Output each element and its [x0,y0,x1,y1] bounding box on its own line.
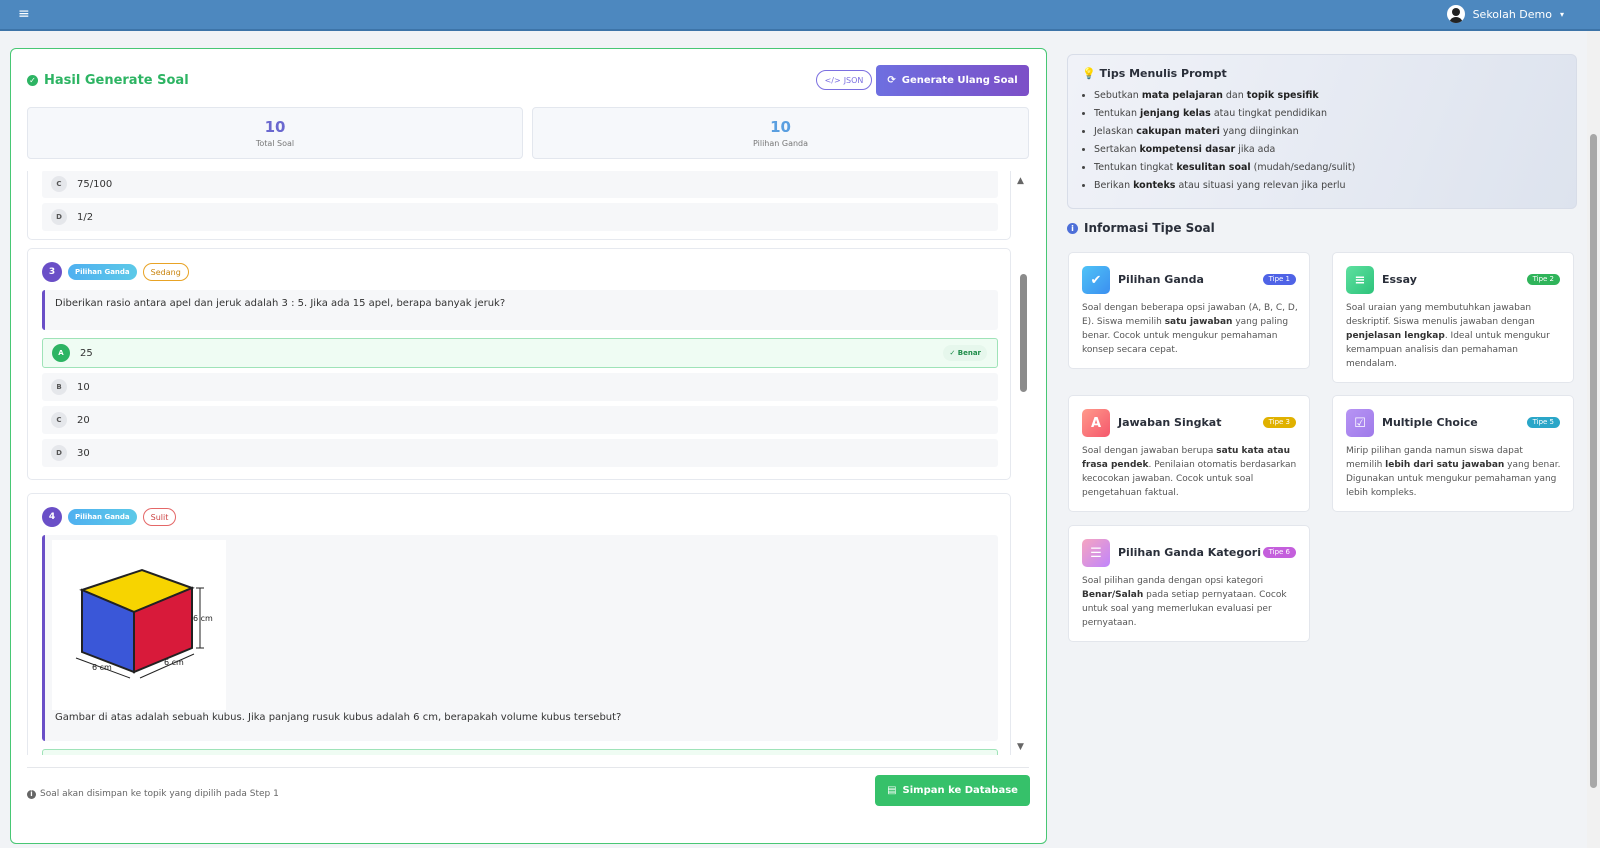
question-text: Gambar di atas adalah sebuah kubus. Jika… [55,712,622,723]
type-name: Essay [1382,273,1417,286]
tip-item: Sebutkan mata pelajaran dan topik spesif… [1094,87,1355,105]
type-name: Pilihan Ganda [1118,273,1204,286]
result-title: ✓ Hasil Generate Soal [27,73,189,88]
cube-right-label: 6 cm [193,614,213,623]
cube-front-label: 6 cm [92,663,112,672]
option-d[interactable]: D 30 [42,439,998,467]
type-tag: Tipe 6 [1262,547,1296,558]
correct-badge: ✓ Benar [943,345,987,361]
info-icon: i [1067,222,1078,234]
type-description: Soal dengan beberapa opsi jawaban (A, B,… [1082,303,1298,355]
option-a-correct[interactable]: A 25 ✓ Benar [42,338,998,368]
tip-item: Sertakan kompetensi dasar jika ada [1094,141,1355,159]
info-title: i Informasi Tipe Soal [1067,221,1215,235]
option-c[interactable]: C 75/100 [42,171,998,198]
code-icon: </> [824,75,841,85]
stat-pilihan-ganda: 10 Pilihan Ganda [532,107,1029,159]
tips-list: Sebutkan mata pelajaran dan topik spesif… [1094,87,1355,195]
json-button[interactable]: </> JSON [816,70,872,90]
page-scrollbar-thumb[interactable] [1590,134,1597,788]
scroll-up-icon[interactable]: ▲ [1017,176,1024,186]
question-header: 4 Pilihan Ganda Sulit [42,507,177,527]
tip-item: Jelaskan cakupan materi yang diinginkan [1094,123,1355,141]
type-icon: ☰ [1082,539,1110,567]
user-menu[interactable]: Sekolah Demo ▾ [1446,5,1564,23]
stat-total-soal: 10 Total Soal [27,107,523,159]
option-d[interactable]: D 1/2 [42,203,998,231]
questions-scrollbar-thumb[interactable] [1020,274,1027,392]
hamburger-icon[interactable]: ≡ [18,6,30,22]
type-tag: Tipe 5 [1526,417,1560,428]
type-card-multiple-choice: ☑ Multiple Choice Tipe 5 Mirip pilihan gand… [1332,395,1574,512]
top-navbar: ≡ Sekolah Demo ▾ [0,0,1600,31]
type-icon: ☑ [1346,409,1374,437]
type-tag: Tipe 1 [1262,274,1296,285]
type-icon: A [1082,409,1110,437]
question-card-2: C 75/100 D 1/2 [27,171,1011,240]
check-circle-icon: ✓ [27,75,38,86]
type-name: Pilihan Ganda Kategori [1118,546,1261,559]
type-description: Soal uraian yang membutuhkan jawaban des… [1346,303,1550,369]
cube-bottom-label: 6 cm [164,658,184,667]
result-panel: ✓ Hasil Generate Soal </> JSON ⟳ Generat… [10,48,1047,844]
generate-ulang-button[interactable]: ⟳ Generate Ulang Soal [876,65,1029,96]
lightbulb-icon: 💡 [1082,67,1096,80]
database-icon: ▤ [887,785,897,796]
tip-item: Tentukan jenjang kelas atau tingkat pend… [1094,105,1355,123]
type-card-jawaban-singkat: A Jawaban Singkat Tipe 3 Soal dengan jawaba… [1068,395,1310,512]
type-name: Jawaban Singkat [1118,416,1222,429]
option-a-correct[interactable] [42,749,998,755]
type-card-pilihan-ganda: ✔ Pilihan Ganda Tipe 1 Soal dengan beberapa… [1068,252,1310,369]
type-tag: Tipe 3 [1262,417,1296,428]
question-card-4: 4 Pilihan Ganda Sulit 6 cm 6 cm 6 cm Gam… [27,493,1011,755]
type-icon: ≡ [1346,266,1374,294]
question-text: Diberikan rasio antara apel dan jeruk ad… [42,290,998,330]
level-badge: Sulit [142,508,177,526]
info-icon: i [27,789,36,799]
question-number: 3 [42,262,62,282]
tips-panel: 💡 Tips Menulis Prompt Sebutkan mata pela… [1067,54,1577,209]
chevron-down-icon: ▾ [1559,9,1564,19]
type-description: Mirip pilihan ganda namun siswa dapat me… [1346,446,1561,498]
save-to-database-button[interactable]: ▤ Simpan ke Database [875,775,1030,806]
cube-image: 6 cm 6 cm 6 cm [52,540,226,710]
type-badge: Pilihan Ganda [68,264,137,280]
option-c[interactable]: C 20 [42,406,998,434]
question-content: 6 cm 6 cm 6 cm Gambar di atas adalah seb… [42,535,998,741]
user-name: Sekolah Demo [1472,7,1552,21]
type-card-essay: ≡ Essay Tipe 2 Soal uraian yang membutuhkan… [1332,252,1574,383]
page-scrollbar[interactable] [1587,31,1600,848]
type-description: Soal dengan jawaban berupa satu kata ata… [1082,446,1297,498]
type-icon: ✔ [1082,266,1110,294]
avatar [1446,5,1465,23]
type-card-pilihan-ganda-kategori: ☰ Pilihan Ganda Kategori Tipe 6 Soal piliha… [1068,525,1310,642]
question-number: 4 [42,507,62,527]
questions-scroll-area[interactable]: C 75/100 D 1/2 3 Pilihan Ganda Sedang Di… [27,171,1029,755]
type-badge: Pilihan Ganda [68,509,137,525]
tips-title: 💡 Tips Menulis Prompt [1082,67,1227,80]
footer-note: i Soal akan disimpan ke topik yang dipil… [27,789,279,799]
tip-item: Tentukan tingkat kesulitan soal (mudah/s… [1094,159,1355,177]
level-badge: Sedang [142,263,189,281]
tip-item: Berikan konteks atau situasi yang releva… [1094,177,1355,195]
question-header: 3 Pilihan Ganda Sedang [42,262,189,282]
type-name: Multiple Choice [1382,416,1478,429]
type-description: Soal pilihan ganda dengan opsi kategori … [1082,576,1287,628]
scroll-down-icon[interactable]: ▼ [1017,742,1024,752]
option-b[interactable]: B 10 [42,373,998,401]
footer-divider [27,767,1029,768]
refresh-icon: ⟳ [887,75,896,86]
type-tag: Tipe 2 [1526,274,1560,285]
question-card-3: 3 Pilihan Ganda Sedang Diberikan rasio a… [27,248,1011,480]
